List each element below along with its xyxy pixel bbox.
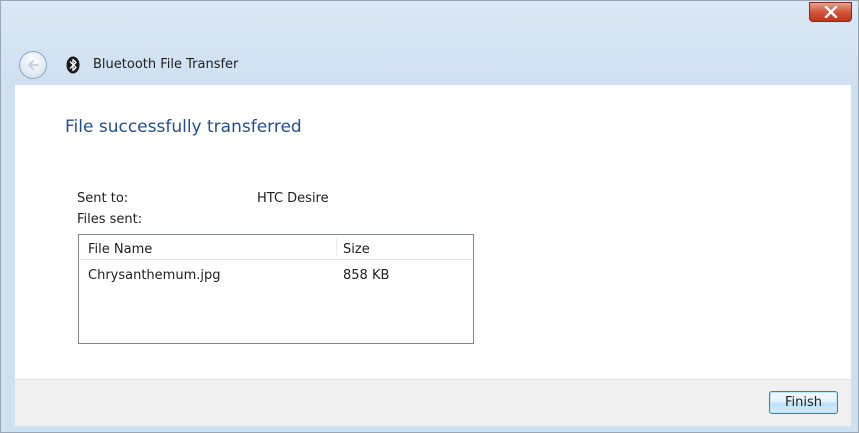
column-divider[interactable] (336, 238, 337, 256)
list-item[interactable]: Chrysanthemum.jpg 858 KB (79, 268, 473, 288)
finish-button[interactable]: Finish (769, 391, 838, 414)
page-title: File successfully transferred (65, 117, 302, 137)
window-title: Bluetooth File Transfer (93, 57, 239, 72)
files-list[interactable]: File Name Size Chrysanthemum.jpg 858 KB (78, 234, 474, 344)
back-button[interactable] (19, 51, 47, 79)
close-button[interactable] (809, 2, 852, 22)
title-bar: Bluetooth File Transfer (1, 1, 858, 85)
file-size-cell: 858 KB (343, 268, 390, 283)
column-header-file-name[interactable]: File Name (88, 242, 152, 257)
content-panel: File successfully transferred Sent to: H… (15, 85, 851, 379)
column-header-size[interactable]: Size (343, 242, 370, 257)
bluetooth-icon (65, 56, 81, 74)
file-name-cell: Chrysanthemum.jpg (88, 268, 221, 283)
list-header: File Name Size (79, 235, 473, 260)
back-arrow-icon (27, 59, 40, 71)
files-sent-label: Files sent: (77, 212, 143, 227)
close-icon (824, 6, 837, 18)
sent-to-value: HTC Desire (257, 191, 329, 206)
dialog-window: Bluetooth File Transfer File successfull… (0, 0, 859, 433)
sent-to-label: Sent to: (77, 191, 129, 206)
footer-bar: Finish (15, 379, 851, 426)
